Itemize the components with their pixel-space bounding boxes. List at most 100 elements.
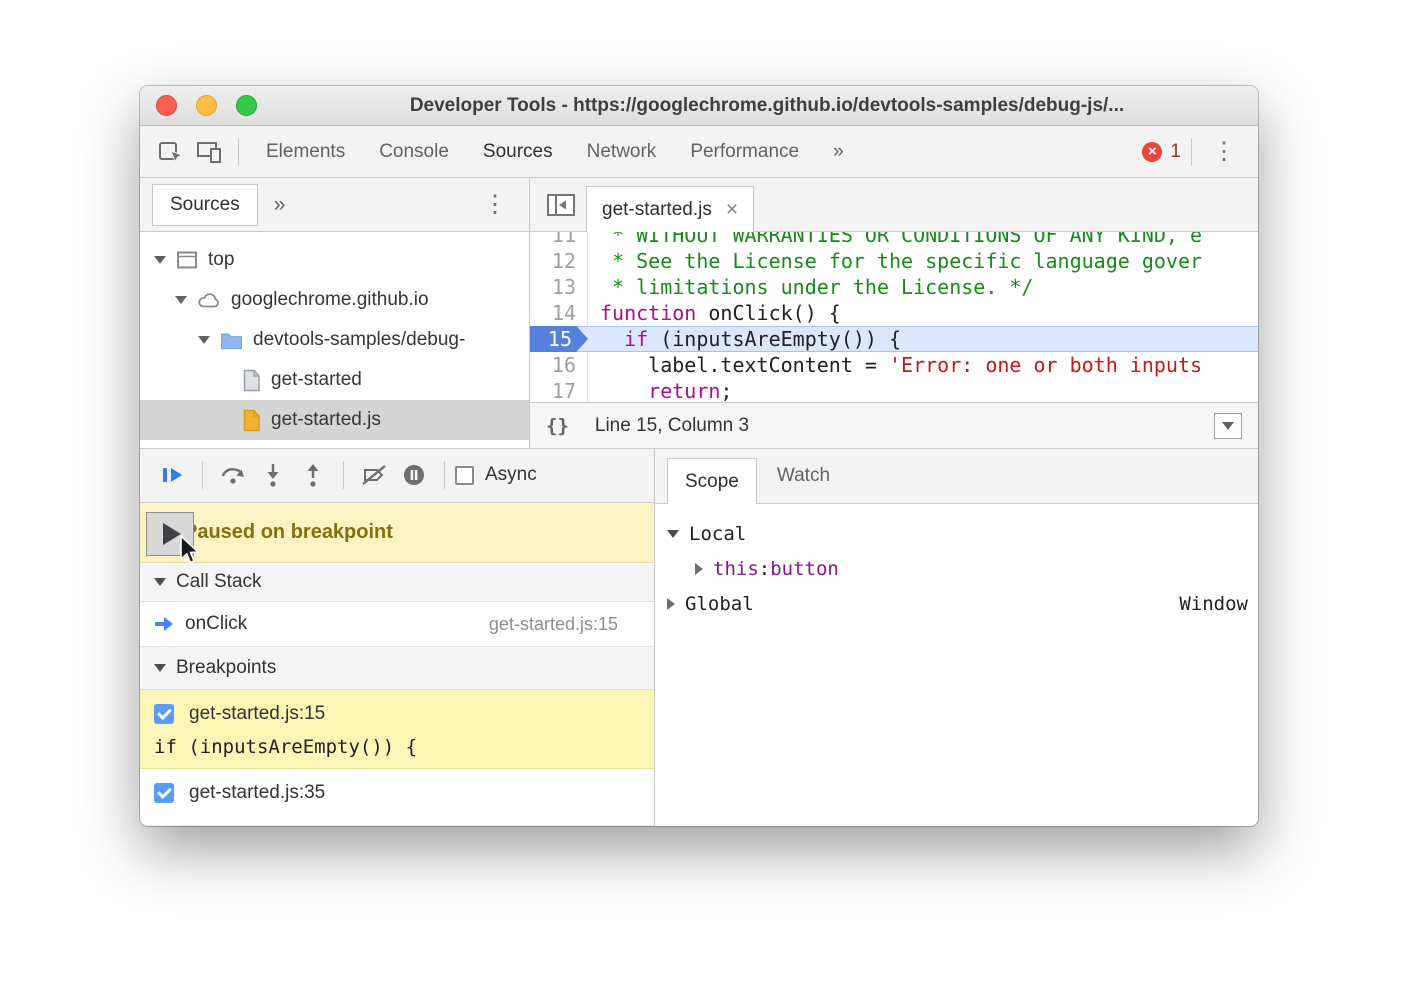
scope-section-label: Global — [685, 593, 754, 615]
tree-item-label: get-started — [271, 369, 362, 391]
js-file-icon — [242, 409, 261, 432]
error-count[interactable]: 1 — [1170, 141, 1181, 163]
collapse-arrow-icon[interactable] — [154, 664, 166, 672]
resume-button[interactable] — [152, 457, 192, 493]
line-number-gutter[interactable]: 16 — [530, 352, 588, 378]
tab-watch[interactable]: Watch — [757, 449, 850, 503]
pause-on-exceptions-icon — [402, 463, 426, 487]
close-button[interactable] — [156, 95, 177, 116]
line-number-gutter[interactable]: 12 — [530, 248, 588, 274]
toolbar-separator — [444, 461, 445, 489]
tree-item-folder[interactable]: devtools-samples/debug- — [140, 320, 529, 360]
tab-scope[interactable]: Scope — [667, 458, 757, 504]
hide-navigator-button[interactable] — [546, 193, 576, 217]
inspect-element-button[interactable] — [152, 134, 190, 170]
editor-tab-get-started-js[interactable]: get-started.js × — [586, 186, 754, 232]
line-number-gutter[interactable]: 14 — [530, 300, 588, 326]
resume-icon — [160, 465, 184, 485]
code-line-16[interactable]: 16 label.textContent = 'Error: one or bo… — [530, 352, 1258, 378]
window-title: Developer Tools - https://googlechrome.g… — [276, 95, 1258, 117]
navigator-tab-sources[interactable]: Sources — [152, 184, 258, 226]
step-into-icon — [261, 463, 285, 487]
step-out-button[interactable] — [293, 457, 333, 493]
zoom-button[interactable] — [236, 95, 257, 116]
deactivate-breakpoints-icon — [361, 464, 387, 486]
debugger-toolbar: Async — [140, 449, 654, 503]
code-line-17[interactable]: 17 return; — [530, 378, 1258, 402]
code-line-13[interactable]: 13 * limitations under the License. */ — [530, 274, 1258, 300]
editor-tab-label: get-started.js — [602, 199, 712, 221]
scope-section-local[interactable]: Local — [655, 516, 1258, 551]
tree-item-label: top — [208, 249, 234, 271]
call-stack-header[interactable]: Call Stack — [140, 563, 654, 602]
breakpoints-header[interactable]: Breakpoints — [140, 647, 654, 690]
step-out-icon — [301, 463, 325, 487]
devtools-menu-button[interactable]: ⋮ — [1202, 137, 1246, 166]
expand-arrow-icon[interactable] — [695, 563, 703, 575]
navigator-menu-button[interactable]: ⋮ — [473, 190, 517, 219]
devtools-window: Developer Tools - https://googlechrome.g… — [140, 86, 1258, 826]
expand-arrow-icon[interactable] — [175, 296, 187, 304]
tab-console[interactable]: Console — [362, 126, 466, 177]
tree-item-domain[interactable]: googlechrome.github.io — [140, 280, 529, 320]
call-stack-frame[interactable]: onClick get-started.js:15 — [140, 602, 654, 647]
code-line-14[interactable]: 14 function onClick() { — [530, 300, 1258, 326]
more-tabs-button[interactable]: » — [816, 126, 861, 177]
line-number-gutter[interactable]: 17 — [530, 378, 588, 402]
collapse-arrow-icon[interactable] — [154, 578, 166, 586]
step-into-button[interactable] — [253, 457, 293, 493]
breakpoint-marker[interactable]: 15 — [530, 326, 588, 352]
breakpoint-checkbox[interactable] — [154, 783, 174, 803]
code-line-11[interactable]: 11 * WITHOUT WARRANTIES OR CONDITIONS OF… — [530, 232, 1258, 248]
code-line-15-paused[interactable]: 15 if (inputsAreEmpty()) { — [530, 326, 1258, 352]
minimize-button[interactable] — [196, 95, 217, 116]
tab-network[interactable]: Network — [570, 126, 674, 177]
toolbar-separator — [238, 138, 239, 166]
scope-section-global[interactable]: Global Window — [655, 586, 1258, 621]
tab-sources[interactable]: Sources — [466, 126, 570, 177]
file-icon — [242, 369, 261, 392]
deactivate-breakpoints-button[interactable] — [354, 457, 394, 493]
line-number-gutter[interactable]: 11 — [530, 232, 588, 248]
breakpoint-entry-active[interactable]: get-started.js:15 if (inputsAreEmpty()) … — [140, 690, 654, 769]
tree-item-label: get-started.js — [271, 409, 381, 431]
tree-item-label: googlechrome.github.io — [231, 289, 429, 311]
tree-item-top[interactable]: top — [140, 240, 529, 280]
code-line-12[interactable]: 12 * See the License for the specific la… — [530, 248, 1258, 274]
breakpoint-code — [140, 809, 654, 815]
breakpoint-label: get-started.js:15 — [189, 703, 325, 725]
scope-var-this[interactable]: this : button — [655, 551, 1258, 586]
file-tree: top googlechrome.github.io devtools-samp… — [140, 232, 529, 448]
tab-elements[interactable]: Elements — [249, 126, 362, 177]
frame-icon — [176, 250, 198, 270]
step-over-icon — [220, 464, 246, 486]
tree-item-label: devtools-samples/debug- — [253, 329, 465, 351]
error-badge-icon[interactable]: × — [1142, 142, 1162, 162]
tree-item-file-selected[interactable]: get-started.js — [140, 400, 529, 440]
line-number-gutter[interactable]: 13 — [530, 274, 588, 300]
breakpoint-checkbox[interactable] — [154, 704, 174, 724]
panel-expand-button[interactable] — [1214, 413, 1242, 439]
tree-item-file[interactable]: get-started — [140, 360, 529, 400]
frame-location: get-started.js:15 — [489, 614, 618, 635]
step-over-button[interactable] — [213, 457, 253, 493]
hide-navigator-icon — [546, 193, 576, 217]
close-tab-icon[interactable]: × — [726, 198, 738, 222]
expand-arrow-icon[interactable] — [198, 336, 210, 344]
expand-arrow-icon[interactable] — [154, 256, 166, 264]
pretty-print-button[interactable]: {} — [546, 415, 569, 437]
breakpoint-entry[interactable]: get-started.js:35 — [140, 769, 654, 826]
toolbar-separator — [1191, 138, 1192, 166]
cloud-icon — [197, 291, 221, 309]
code-editor[interactable]: 11 * WITHOUT WARRANTIES OR CONDITIONS OF… — [530, 232, 1258, 402]
navigator-more-tabs-button[interactable]: » — [274, 193, 286, 217]
editor-pane: get-started.js × 11 * WITHOUT WARRANTIES… — [530, 178, 1258, 448]
inspect-icon — [158, 139, 184, 165]
async-checkbox[interactable] — [455, 466, 474, 485]
async-label: Async — [485, 464, 537, 486]
device-toolbar-button[interactable] — [190, 134, 228, 170]
pause-on-exceptions-button[interactable] — [394, 457, 434, 493]
collapse-arrow-icon[interactable] — [667, 530, 679, 538]
tab-performance[interactable]: Performance — [673, 126, 816, 177]
expand-arrow-icon[interactable] — [667, 598, 675, 610]
